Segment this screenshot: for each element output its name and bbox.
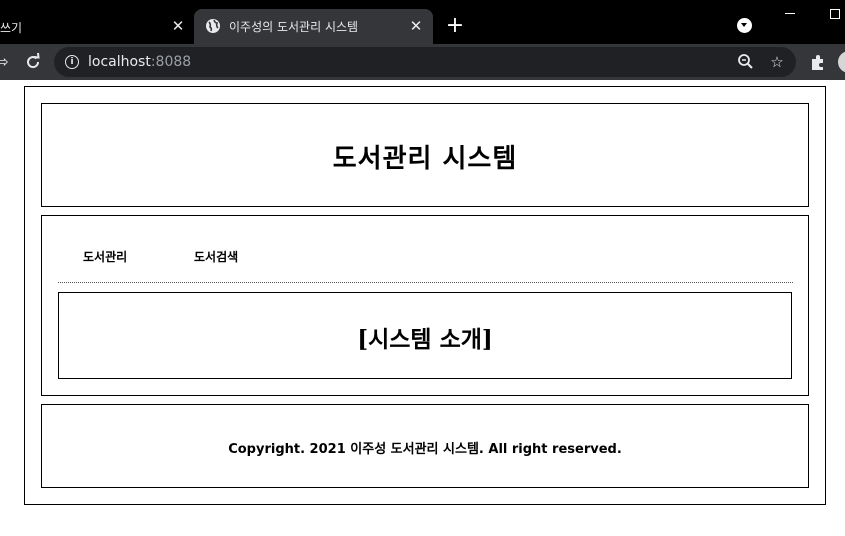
intro-section: [시스템 소개] [58,292,792,379]
intro-title: [시스템 소개] [357,326,493,353]
page-title: 도서관리 시스템 [332,144,518,174]
tab-close-icon[interactable]: ✕ [169,17,187,35]
menu-item-book-search[interactable]: 도서검색 [194,248,238,265]
tab-search-icon[interactable] [737,18,752,33]
info-icon[interactable]: i [65,55,79,69]
footer-section: Copyright. 2021 이주성 도서관리 시스템. All right … [41,404,809,488]
page-container: 도서관리 시스템 도서관리 도서검색 [시스템 소개] Copyright. 2… [24,86,826,505]
zoom-icon[interactable] [736,52,756,72]
tab-close-icon[interactable]: ✕ [407,17,425,35]
minimize-window-icon[interactable] [785,13,795,14]
address-bar[interactable]: i localhost:8088 ☆ [54,47,796,77]
copyright-text: Copyright. 2021 이주성 도서관리 시스템. All right … [228,442,622,457]
browser-tab-bar: 쓰기 ✕ 이주성의 도서관리 시스템 ✕ + [0,0,845,44]
browser-tab-inactive[interactable]: 쓰기 ✕ [0,9,190,44]
menu-divider [58,282,793,283]
browser-tab-active[interactable]: 이주성의 도서관리 시스템 ✕ [194,9,433,44]
browser-toolbar: ⇨ i localhost:8088 ☆ [0,44,845,80]
globe-icon [206,19,220,33]
reload-icon[interactable] [23,52,43,72]
back-icon[interactable]: ⇨ [0,52,12,72]
main-section: 도서관리 도서검색 [시스템 소개] [41,215,809,396]
bookmark-star-icon[interactable]: ☆ [767,52,787,72]
menu-item-book-management[interactable]: 도서관리 [83,248,127,265]
new-tab-button[interactable]: + [445,15,465,37]
tab-title: 이주성의 도서관리 시스템 [229,20,359,34]
url-text[interactable]: localhost:8088 [88,54,191,70]
maximize-window-icon[interactable] [830,9,840,19]
extensions-icon[interactable] [808,52,828,72]
header-section: 도서관리 시스템 [41,103,809,207]
tab-title: 쓰기 [0,21,23,35]
